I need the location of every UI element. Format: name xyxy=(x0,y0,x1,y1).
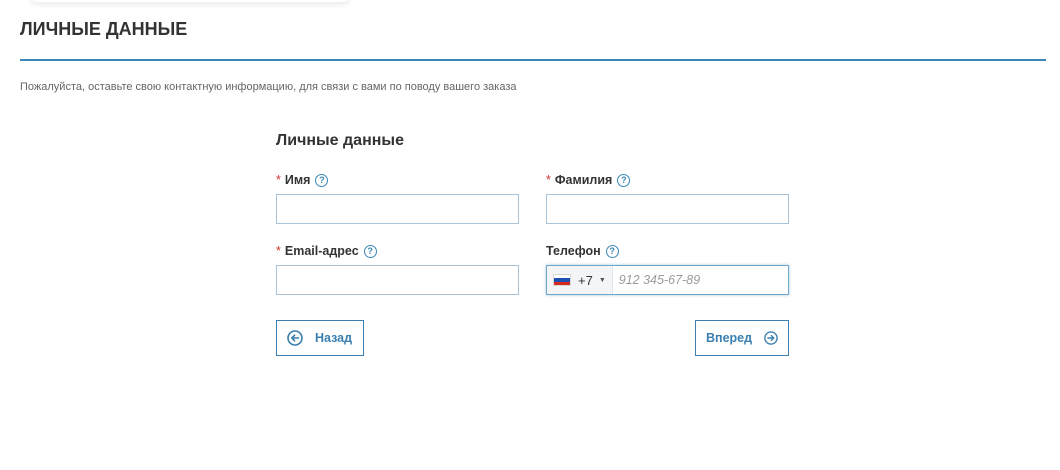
chevron-down-icon: ▼ xyxy=(598,276,606,284)
intro-text: Пожалуйста, оставьте свою контактную инф… xyxy=(20,81,517,93)
last-name-label-row: * Фамилия ? xyxy=(546,172,789,188)
top-menu-shadow xyxy=(30,0,350,2)
help-icon[interactable]: ? xyxy=(605,244,619,258)
country-code-select[interactable]: +7 ▼ xyxy=(547,266,613,294)
email-input[interactable] xyxy=(276,265,519,295)
phone-input[interactable] xyxy=(612,267,788,293)
first-name-field: * Имя ? xyxy=(276,172,519,224)
phone-field: Телефон ? +7 ▼ xyxy=(546,243,789,295)
back-button-label: Назад xyxy=(315,331,353,345)
page: ЛИЧНЫЕ ДАННЫЕ Пожалуйста, оставьте свою … xyxy=(0,0,1060,470)
required-marker: * xyxy=(546,173,551,187)
last-name-field: * Фамилия ? xyxy=(546,172,789,224)
title-divider xyxy=(20,59,1046,61)
help-icon[interactable]: ? xyxy=(363,244,377,258)
first-name-input[interactable] xyxy=(276,194,519,224)
first-name-label-row: * Имя ? xyxy=(276,172,519,188)
russia-flag-icon xyxy=(553,274,571,286)
back-button[interactable]: Назад xyxy=(276,320,364,356)
phone-input-group: +7 ▼ xyxy=(546,265,789,295)
email-field: * Email-адрес ? xyxy=(276,243,519,295)
email-label-row: * Email-адрес ? xyxy=(276,243,519,259)
arrow-right-circle-icon xyxy=(764,331,778,345)
help-icon[interactable]: ? xyxy=(617,173,631,187)
arrow-left-circle-icon xyxy=(287,330,303,346)
next-button-label: Вперед xyxy=(706,331,753,345)
last-name-label: Фамилия xyxy=(554,173,613,187)
page-title: ЛИЧНЫЕ ДАННЫЕ xyxy=(20,19,188,39)
help-icon[interactable]: ? xyxy=(315,173,329,187)
phone-label-row: Телефон ? xyxy=(546,243,789,259)
email-label: Email-адрес xyxy=(284,244,359,258)
dial-code: +7 xyxy=(578,272,593,288)
last-name-input[interactable] xyxy=(546,194,789,224)
required-marker: * xyxy=(276,244,281,258)
first-name-label: Имя xyxy=(284,173,311,187)
required-marker: * xyxy=(276,173,281,187)
phone-label: Телефон xyxy=(546,244,601,258)
form-heading: Личные данные xyxy=(276,132,404,149)
next-button[interactable]: Вперед xyxy=(695,320,789,356)
